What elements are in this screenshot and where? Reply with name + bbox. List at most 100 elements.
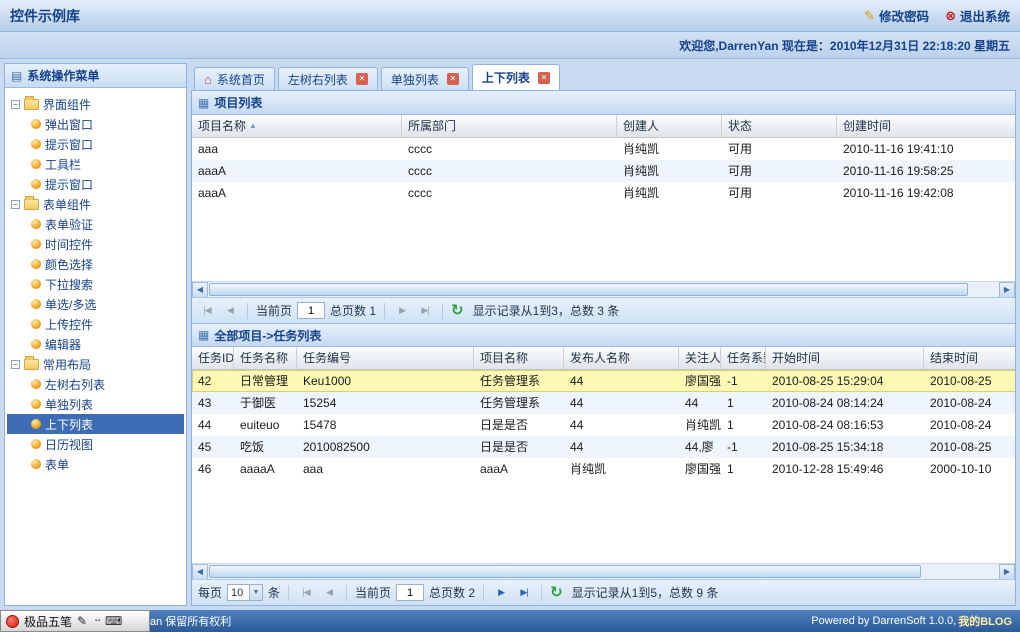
sidebar-item-label: 时间控件: [45, 236, 93, 253]
scroll-left-button[interactable]: ◀: [192, 282, 208, 298]
sidebar-item-label: 下拉搜索: [45, 276, 93, 293]
current-page-input[interactable]: [297, 302, 325, 319]
sidebar-item[interactable]: 表单验证: [7, 214, 184, 234]
table-row[interactable]: aaaAcccc肖纯凯可用2010-11-16 19:58:25: [192, 160, 1015, 182]
tab-3[interactable]: 单独列表✕: [381, 67, 469, 90]
tab-1[interactable]: ⌂系统首页: [194, 67, 275, 90]
column-header[interactable]: 结束时间: [924, 347, 1015, 370]
blog-link[interactable]: 我的BLOG: [958, 613, 1012, 629]
keyboard-icon[interactable]: ⌨: [105, 615, 122, 627]
logout-icon: ⊗: [945, 8, 956, 24]
refresh-icon[interactable]: ↻: [451, 303, 464, 318]
page-size-select[interactable]: 10 ▼: [227, 584, 263, 601]
column-header[interactable]: 任务ID: [192, 347, 234, 370]
refresh-icon[interactable]: ↻: [550, 585, 563, 600]
sidebar-item[interactable]: 表单: [7, 454, 184, 474]
scrollbar-thumb[interactable]: [209, 565, 921, 578]
scrollbar-track[interactable]: [208, 282, 999, 298]
next-page-button[interactable]: ▶: [393, 302, 411, 320]
project-grid-header: 项目名称▲所属部门创建人状态创建时间: [192, 115, 1015, 138]
punctuation-icon[interactable]: ᠃: [92, 615, 100, 627]
column-header[interactable]: 所属部门: [402, 115, 617, 138]
task-list-panel: ▦ 全部项目->任务列表 任务ID任务名称任务编号项目名称发布人名称关注人任务系…: [192, 323, 1015, 605]
table-cell: euiteuo: [234, 414, 297, 436]
first-page-button[interactable]: |◀: [198, 302, 216, 320]
ime-logo-icon[interactable]: [6, 615, 19, 628]
collapse-icon[interactable]: −: [11, 360, 20, 369]
column-header[interactable]: 任务编号: [297, 347, 474, 370]
column-header[interactable]: 任务名称: [234, 347, 297, 370]
column-header[interactable]: 状态: [722, 115, 837, 138]
sidebar-item-label: 提示窗口: [45, 136, 93, 153]
sidebar-item[interactable]: 工具栏: [7, 154, 184, 174]
next-page-button[interactable]: ▶: [492, 584, 510, 602]
close-icon[interactable]: ✕: [356, 73, 368, 85]
last-page-button[interactable]: ▶|: [515, 584, 533, 602]
tree-folder-label: 界面组件: [43, 96, 91, 113]
sidebar-item[interactable]: 下拉搜索: [7, 274, 184, 294]
column-header[interactable]: 发布人名称: [564, 347, 679, 370]
table-row[interactable]: 42日常管理Keu1000任务管理系44廖国强-12010-08-25 15:2…: [192, 370, 1015, 392]
current-page-input[interactable]: [396, 584, 424, 601]
table-row[interactable]: 43于御医15254任务管理系444412010-08-24 08:14:242…: [192, 392, 1015, 414]
sidebar-item[interactable]: 时间控件: [7, 234, 184, 254]
table-cell: 日是是否: [474, 414, 564, 436]
column-header[interactable]: 创建人: [617, 115, 722, 138]
table-row[interactable]: 46aaaaAaaaaaaA肖纯凯廖国强12010-12-28 15:49:46…: [192, 458, 1015, 480]
ime-toolbar[interactable]: 极品五笔 ✎ ᠃ ⌨: [0, 610, 150, 632]
column-header[interactable]: 项目名称▲: [192, 115, 402, 138]
table-cell: 45: [192, 436, 234, 458]
collapse-icon[interactable]: −: [11, 200, 20, 209]
powered-by-text: Powered by DarrenSoft 1.0.0,: [811, 615, 956, 627]
table-cell: 任务管理系: [474, 392, 564, 414]
scroll-left-button[interactable]: ◀: [192, 564, 208, 580]
table-row[interactable]: aaaAcccc肖纯凯可用2010-11-16 19:42:08: [192, 182, 1015, 204]
table-row[interactable]: aaacccc肖纯凯可用2010-11-16 19:41:10: [192, 138, 1015, 160]
table-row[interactable]: 44euiteuo15478日是是否44肖纯凯12010-08-24 08:16…: [192, 414, 1015, 436]
prev-page-button[interactable]: ◀: [221, 302, 239, 320]
pen-icon[interactable]: ✎: [77, 615, 87, 627]
sidebar-item[interactable]: 左树右列表: [7, 374, 184, 394]
bullet-icon: [31, 379, 41, 389]
scroll-right-button[interactable]: ▶: [999, 282, 1015, 298]
column-header[interactable]: 创建时间: [837, 115, 1015, 138]
sidebar-item[interactable]: 弹出窗口: [7, 114, 184, 134]
table-cell: 2000-10-10: [924, 458, 1015, 480]
column-header[interactable]: 任务系数: [721, 347, 766, 370]
tree-folder-item[interactable]: − 界面组件: [7, 94, 184, 114]
change-password-button[interactable]: ✎ 修改密码: [864, 6, 929, 25]
tree-folder-item[interactable]: −表单组件: [7, 194, 184, 214]
bullet-icon: [31, 239, 41, 249]
close-icon[interactable]: ✕: [447, 73, 459, 85]
task-panel-header: ▦ 全部项目->任务列表: [192, 323, 1015, 347]
column-header[interactable]: 项目名称: [474, 347, 564, 370]
close-icon[interactable]: ✕: [538, 72, 550, 84]
sidebar-item[interactable]: 提示窗口: [7, 174, 184, 194]
collapse-icon[interactable]: −: [11, 100, 20, 109]
scroll-right-button[interactable]: ▶: [999, 564, 1015, 580]
sidebar-item[interactable]: 单选/多选: [7, 294, 184, 314]
column-header[interactable]: 开始时间: [766, 347, 924, 370]
tab-4[interactable]: 上下列表✕: [472, 64, 560, 90]
sidebar-item[interactable]: 编辑器: [7, 334, 184, 354]
logout-button[interactable]: ⊗ 退出系统: [945, 6, 1010, 25]
sidebar-item[interactable]: 提示窗口: [7, 134, 184, 154]
tree-folder-item[interactable]: −常用布局: [7, 354, 184, 374]
sidebar-item[interactable]: 上传控件: [7, 314, 184, 334]
tab-2[interactable]: 左树右列表✕: [278, 67, 378, 90]
first-page-button[interactable]: |◀: [297, 584, 315, 602]
scrollbar-track[interactable]: [208, 564, 999, 580]
table-row[interactable]: 45吃饭2010082500日是是否4444,廖-12010-08-25 15:…: [192, 436, 1015, 458]
sidebar-item[interactable]: 上下列表: [7, 414, 184, 434]
scrollbar-thumb[interactable]: [209, 283, 968, 296]
sidebar-item[interactable]: 单独列表: [7, 394, 184, 414]
sidebar-item[interactable]: 日历视图: [7, 434, 184, 454]
column-header[interactable]: 关注人: [679, 347, 721, 370]
table-cell: 15254: [297, 392, 474, 414]
project-panel-title: 项目列表: [214, 94, 262, 111]
sidebar-title: 系统操作菜单: [27, 67, 99, 84]
last-page-button[interactable]: ▶|: [416, 302, 434, 320]
sidebar-item[interactable]: 颜色选择: [7, 254, 184, 274]
table-cell: 2010-12-28 15:49:46: [766, 458, 924, 480]
prev-page-button[interactable]: ◀: [320, 584, 338, 602]
